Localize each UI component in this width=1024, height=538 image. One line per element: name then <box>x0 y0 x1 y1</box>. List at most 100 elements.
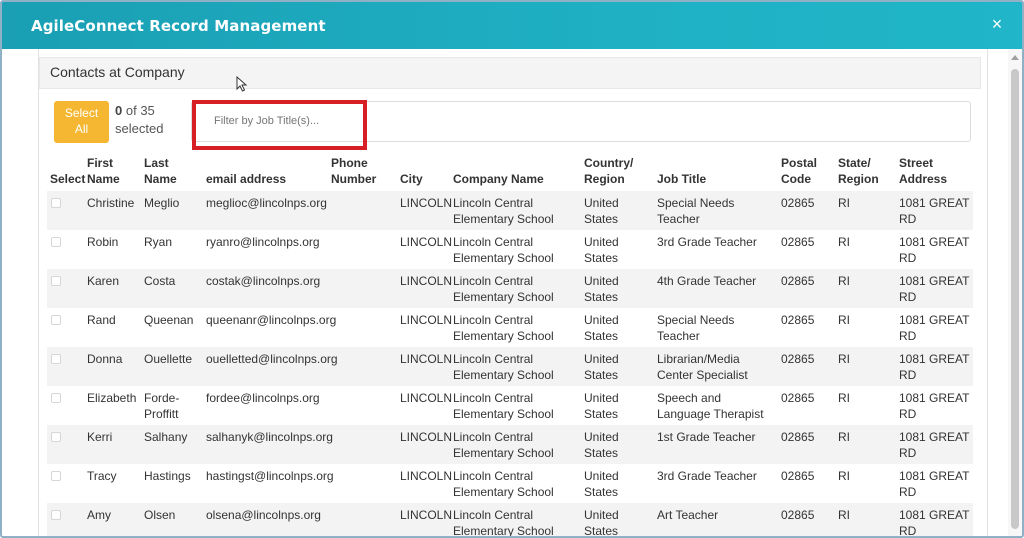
vertical-scrollbar[interactable] <box>1008 49 1022 536</box>
table-row[interactable]: Donna Ouellette ouelletted@lincolnps.org LI… <box>47 347 973 386</box>
row-checkbox[interactable] <box>51 432 61 442</box>
country-cell: United States <box>584 352 619 382</box>
city-cell: LINCOLN <box>400 196 453 210</box>
row-checkbox[interactable] <box>51 393 61 403</box>
postal-code-cell: 02865 <box>781 508 815 522</box>
email-cell: meglioc@lincolnps.org <box>206 196 327 210</box>
street-address-cell: 1081 GREAT RD <box>899 430 970 460</box>
selected-count-value: 0 <box>115 103 123 118</box>
select-cell <box>47 425 84 464</box>
last-name-cell: Salhany <box>144 430 188 444</box>
select-all-button[interactable]: Select All <box>54 101 109 143</box>
row-checkbox[interactable] <box>51 471 61 481</box>
first-name-cell: Kerri <box>87 430 113 444</box>
table-row[interactable]: Rand Queenan queenanr@lincolnps.org LINCOLN… <box>47 308 973 347</box>
column-header-line1: Company Name <box>453 172 544 186</box>
phone-cell <box>328 347 397 386</box>
company-cell: Lincoln Central Elementary School <box>453 352 554 382</box>
row-checkbox[interactable] <box>51 354 61 364</box>
column-header: Phone Number <box>328 151 397 191</box>
first-name-cell: Elizabeth <box>87 391 137 405</box>
contacts-table-container: Select First Name Last Name email address Pho… <box>47 151 973 538</box>
country-cell: United States <box>584 196 619 226</box>
column-header-line2: Number <box>331 172 377 186</box>
company-cell: Lincoln Central Elementary School <box>453 430 554 460</box>
select-cell <box>47 269 84 308</box>
record-management-dialog: AgileConnect Record Management × Contact… <box>0 0 1024 538</box>
postal-code-cell: 02865 <box>781 430 815 444</box>
job-title-cell: Art Teacher <box>657 508 719 522</box>
country-cell: United States <box>584 508 619 538</box>
street-address-cell: 1081 GREAT RD <box>899 274 970 304</box>
column-header-line1: Last Name <box>144 156 177 186</box>
last-name-cell: Forde-Proffitt <box>144 391 180 421</box>
phone-cell <box>328 425 397 464</box>
first-name-cell: Rand <box>87 313 116 327</box>
job-title-cell: 4th Grade Teacher <box>657 274 757 288</box>
row-checkbox[interactable] <box>51 315 61 325</box>
row-checkbox[interactable] <box>51 237 61 247</box>
street-address-cell: 1081 GREAT RD <box>899 391 970 421</box>
column-header-line1: Select <box>50 172 86 186</box>
phone-cell <box>328 308 397 347</box>
table-row[interactable]: Amy Olsen olsena@lincolnps.org LINCOLN Linco… <box>47 503 973 538</box>
column-header-line2: Name <box>87 172 120 186</box>
column-header-line1: State/ <box>838 156 871 170</box>
table-row[interactable]: Robin Ryan ryanro@lincolnps.org LINCOLN Linc… <box>47 230 973 269</box>
phone-cell <box>328 386 397 425</box>
company-cell: Lincoln Central Elementary School <box>453 235 554 265</box>
column-header-line1: Phone <box>331 156 368 170</box>
table-row[interactable]: Kerri Salhany salhanyk@lincolnps.org LINCOL… <box>47 425 973 464</box>
column-header-line1: City <box>400 172 423 186</box>
first-name-cell: Tracy <box>87 469 117 483</box>
column-header: First Name <box>84 151 141 191</box>
phone-cell <box>328 191 397 230</box>
state-cell: RI <box>838 352 850 366</box>
company-cell: Lincoln Central Elementary School <box>453 313 554 343</box>
phone-cell <box>328 269 397 308</box>
city-cell: LINCOLN <box>400 469 453 483</box>
column-header: Select <box>47 151 86 191</box>
column-header: State/Region <box>835 151 896 191</box>
state-cell: RI <box>838 508 850 522</box>
company-cell: Lincoln Central Elementary School <box>453 274 554 304</box>
table-row[interactable]: Christine Meglio meglioc@lincolnps.org LINC… <box>47 191 973 230</box>
mouse-cursor-icon <box>236 76 248 92</box>
select-cell <box>47 464 84 503</box>
email-cell: olsena@lincolnps.org <box>206 508 321 522</box>
row-checkbox[interactable] <box>51 510 61 520</box>
total-count-text: of 35 <box>125 103 155 118</box>
selected-word: selected <box>115 121 164 136</box>
column-header: Last Name <box>141 151 203 191</box>
column-header: City <box>397 151 450 191</box>
table-row[interactable]: Elizabeth Forde-Proffitt fordee@lincolnps.… <box>47 386 973 425</box>
row-checkbox[interactable] <box>51 276 61 286</box>
column-header: Postal Code <box>778 151 835 191</box>
table-row[interactable]: Karen Costa costak@lincolnps.org LINCOLN Lin… <box>47 269 973 308</box>
scroll-up-arrow-icon[interactable] <box>1011 55 1019 60</box>
postal-code-cell: 02865 <box>781 469 815 483</box>
column-header: Company Name <box>450 151 581 191</box>
phone-cell <box>328 230 397 269</box>
select-all-label-line1: Select <box>64 106 99 120</box>
scrollbar-thumb[interactable] <box>1011 69 1019 529</box>
select-cell <box>47 347 84 386</box>
state-cell: RI <box>838 430 850 444</box>
close-icon[interactable]: × <box>988 15 1006 33</box>
company-cell: Lincoln Central Elementary School <box>453 391 554 421</box>
column-header: email address <box>203 151 328 191</box>
column-header-line1: Postal <box>781 156 818 170</box>
job-title-cell: Special Needs Teacher <box>657 313 735 343</box>
table-row[interactable]: Tracy Hastings hastingst@lincolnps.org LINC… <box>47 464 973 503</box>
select-cell <box>47 191 84 230</box>
column-header-line1: Street <box>899 156 934 170</box>
row-checkbox[interactable] <box>51 198 61 208</box>
postal-code-cell: 02865 <box>781 391 815 405</box>
postal-code-cell: 02865 <box>781 274 815 288</box>
city-cell: LINCOLN <box>400 274 453 288</box>
column-header-line1: email address <box>206 172 287 186</box>
table-header: Select First Name Last Name email address Pho… <box>47 151 973 191</box>
street-address-cell: 1081 GREAT RD <box>899 235 970 265</box>
country-cell: United States <box>584 430 619 460</box>
last-name-cell: Ryan <box>144 235 173 249</box>
